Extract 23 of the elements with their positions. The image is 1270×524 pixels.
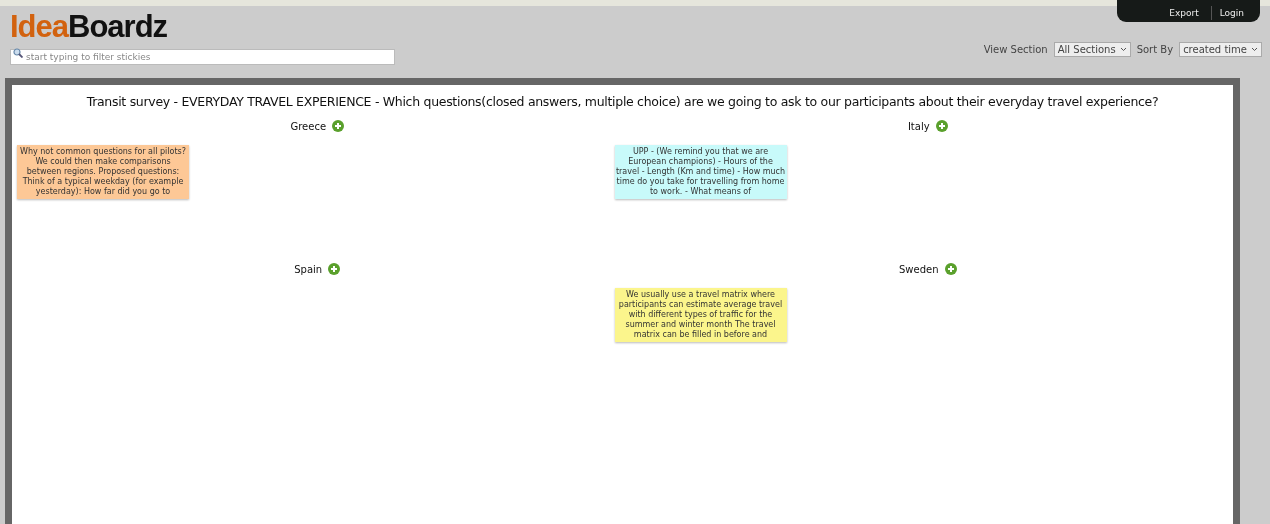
sticky-note[interactable]: Why not common questions for all pilots? We could then make comparisons between regions. Proposed questions: Think of a typical weekday (for example yesterday): How far did you go to <box>17 145 189 199</box>
search-field[interactable]: start typing to filter stickies <box>10 49 395 65</box>
logo: IdeaBoardz <box>10 10 169 44</box>
add-icon[interactable] <box>935 120 948 132</box>
view-section-label: View Section <box>983 44 1048 55</box>
sticky-note[interactable]: UPP - (We remind you that we are European champions) - Hours of the travel - Length (Km and time) - How much time do you take for travelling from home to work. - What means of <box>614 145 787 199</box>
section-title: Spain <box>294 263 323 275</box>
sort-by-dropdown[interactable]: created time <box>1179 42 1262 57</box>
menu-link[interactable]: Export <box>1157 6 1211 20</box>
sticky-note[interactable]: We usually use a travel matrix where participants can estimate average travel with different types of traffic for the summer and winter month The travel matrix can be filled in before and <box>614 288 787 342</box>
search-icon <box>13 48 23 58</box>
add-icon[interactable] <box>328 263 341 275</box>
add-icon[interactable] <box>944 263 957 275</box>
view-section-dropdown[interactable]: All Sections <box>1053 42 1131 57</box>
sort-by-label: Sort By <box>1136 44 1174 55</box>
section-title: Greece <box>290 120 327 132</box>
caret-icon <box>1251 47 1258 52</box>
add-icon[interactable] <box>332 120 345 132</box>
section-title: Italy <box>907 120 930 132</box>
caret-icon <box>1119 47 1127 52</box>
board-title: Transit survey - EVERYDAY TRAVEL EXPERIENCE - Which questions(closed answers, multiple choice) are we going to ask to our participants about their everyday travel experience? <box>85 93 1160 109</box>
menu-link[interactable]: Login <box>1210 6 1252 20</box>
section-title: Sweden <box>899 263 939 275</box>
